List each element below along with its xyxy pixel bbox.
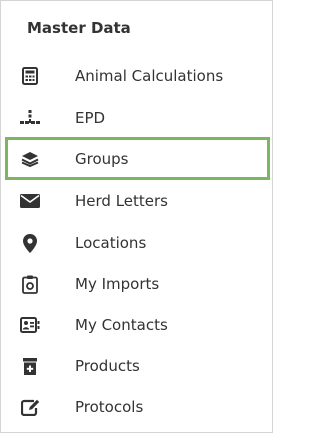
- calculator-icon: [19, 65, 41, 87]
- menu-item-label: Groups: [75, 149, 129, 168]
- menu-item-label: Locations: [75, 234, 147, 252]
- import-clipboard-icon: [19, 273, 41, 295]
- product-box-icon: [19, 355, 41, 377]
- menu-item-locations[interactable]: Locations: [1, 223, 272, 263]
- menu-item-animal-calculations[interactable]: Animal Calculations: [1, 56, 272, 96]
- menu-header: Master Data: [27, 19, 131, 37]
- contact-card-icon: [19, 314, 41, 336]
- map-marker-icon: [19, 232, 41, 254]
- layers-icon: [19, 148, 41, 170]
- menu-item-label: My Contacts: [75, 316, 168, 334]
- master-data-menu: Master Data Animal Calculations EPD Grou…: [0, 0, 273, 433]
- menu-item-label: Herd Letters: [75, 192, 168, 210]
- menu-item-epd[interactable]: EPD: [1, 98, 272, 138]
- menu-item-herd-letters[interactable]: Herd Letters: [1, 181, 272, 221]
- menu-item-label: Protocols: [75, 398, 144, 416]
- menu-item-label: Products: [75, 357, 140, 375]
- menu-item-protocols[interactable]: Protocols: [1, 387, 272, 427]
- menu-item-products[interactable]: Products: [1, 346, 272, 386]
- menu-item-label: My Imports: [75, 275, 160, 293]
- menu-item-my-imports[interactable]: My Imports: [1, 264, 272, 304]
- menu-item-groups[interactable]: Groups: [5, 137, 270, 180]
- menu-item-my-contacts[interactable]: My Contacts: [1, 305, 272, 345]
- menu-item-label: EPD: [75, 109, 106, 127]
- epd-icon: [19, 107, 41, 129]
- menu-item-label: Animal Calculations: [75, 67, 224, 85]
- edit-icon: [19, 396, 41, 418]
- envelope-icon: [19, 190, 41, 212]
